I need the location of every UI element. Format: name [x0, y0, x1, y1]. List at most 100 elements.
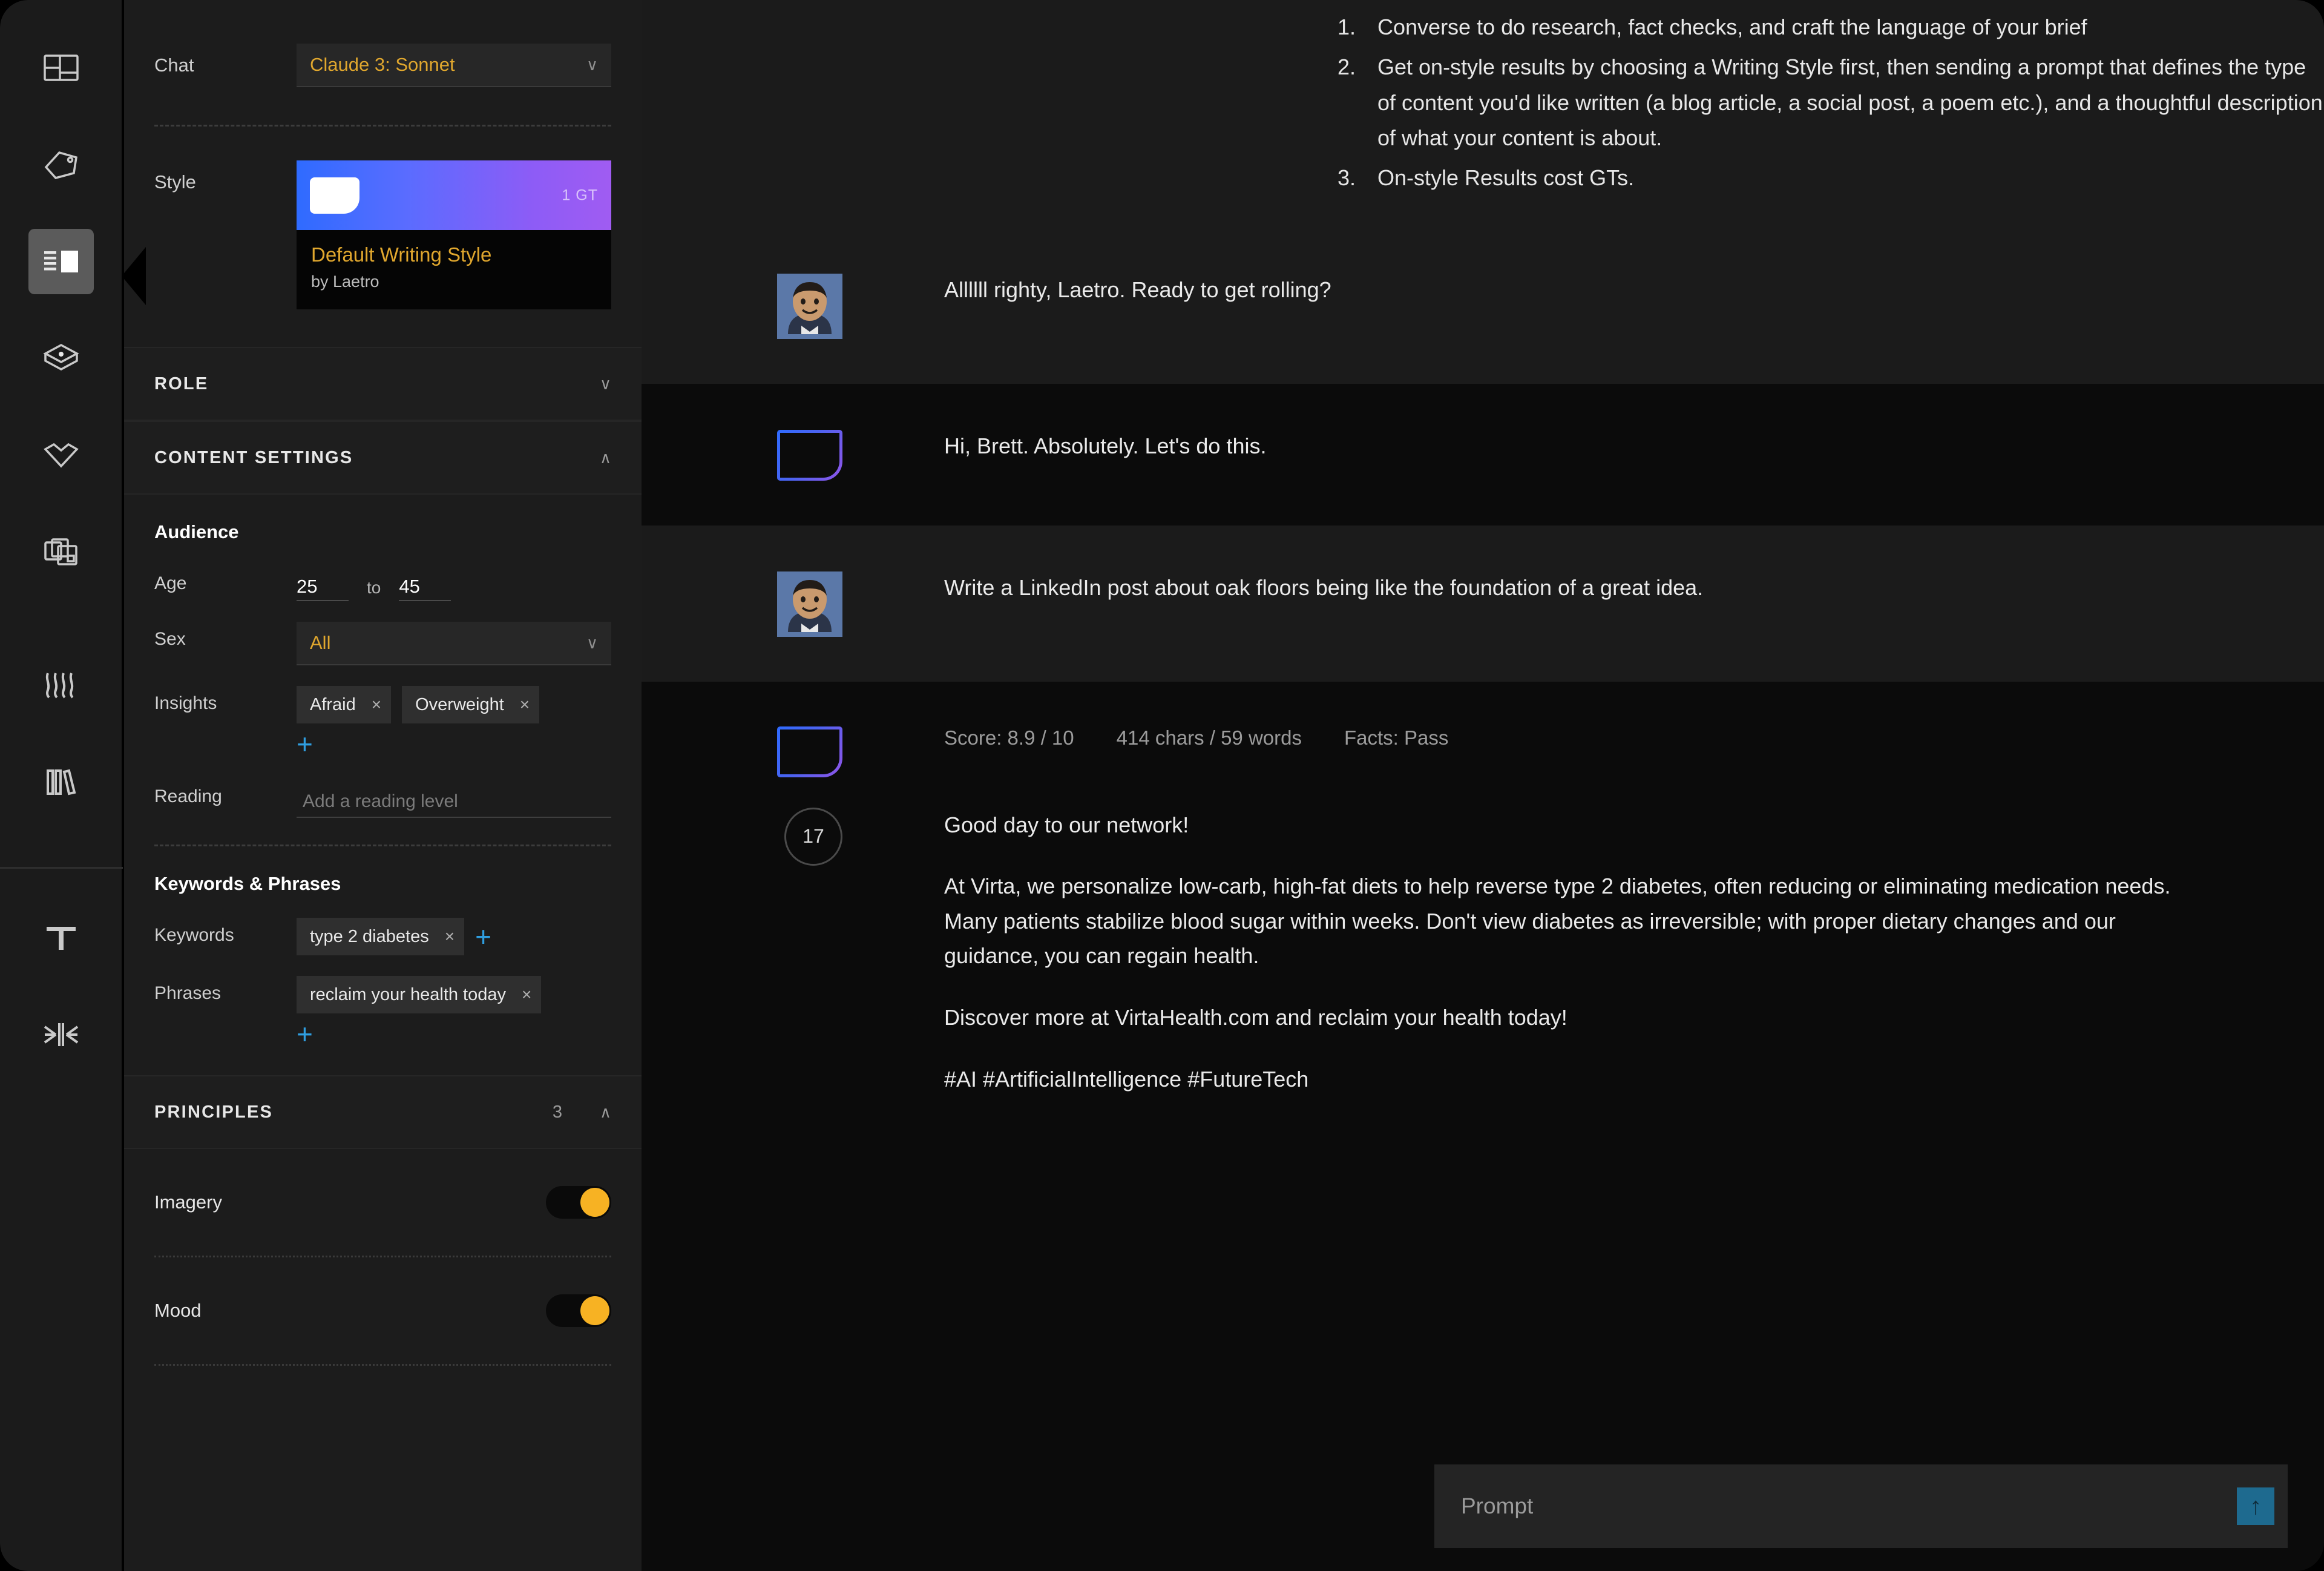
chat-message-user: Allllll righty, Laetro. Ready to get rol…	[642, 227, 2324, 384]
model-select[interactable]: Claude 3: Sonnet ∨	[297, 44, 611, 87]
principle-label: Mood	[154, 1300, 202, 1321]
tag-chip[interactable]: reclaim your health today ×	[297, 976, 542, 1013]
insights-row: Insights Afraid × Overweight × +	[154, 686, 611, 759]
layout-icon	[43, 54, 79, 81]
result-hashtags: #AI #ArtificialIntelligence #FutureTech	[944, 1066, 1309, 1092]
keywords-label: Keywords	[154, 925, 234, 945]
tag-chip[interactable]: Overweight ×	[402, 686, 540, 723]
principle-row-imagery: Imagery	[124, 1149, 642, 1256]
sex-row: Sex All ∨	[154, 622, 611, 665]
rail-item-diamond[interactable]	[28, 423, 94, 488]
model-select-value: Claude 3: Sonnet	[310, 54, 455, 75]
prompt-bar: Prompt ↑	[642, 1441, 2324, 1571]
prompt-input[interactable]: Prompt ↑	[1434, 1464, 2288, 1548]
score-value: Score: 8.9 / 10	[944, 726, 1074, 749]
reading-label: Reading	[154, 786, 222, 806]
style-label: Style	[154, 171, 196, 193]
divider	[154, 1364, 611, 1366]
close-icon[interactable]: ×	[522, 985, 531, 1004]
rail-divider	[0, 867, 123, 869]
close-icon[interactable]: ×	[372, 695, 381, 714]
close-icon[interactable]: ×	[520, 695, 530, 714]
cube-icon	[42, 343, 79, 374]
chevron-down-icon: ∨	[586, 634, 598, 652]
copy-icon	[44, 538, 79, 567]
reading-row: Reading Add a reading level	[154, 779, 611, 818]
chevron-down-icon: ∨	[586, 56, 598, 74]
intro-item: On-style Results cost GTs.	[1362, 160, 2324, 196]
panel-list-icon	[43, 248, 79, 275]
audience-group: Audience Age 25 to 45 Sex All ∨ Insights	[124, 495, 642, 845]
tag-chip[interactable]: type 2 diabetes ×	[297, 918, 465, 955]
chat-message-result: Score: 8.9 / 10 414 chars / 59 words Fac…	[642, 681, 2324, 1142]
section-principles[interactable]: PRINCIPLES 3 ∧	[124, 1075, 642, 1149]
rail-item-waves[interactable]	[28, 653, 94, 718]
section-content-settings[interactable]: CONTENT SETTINGS ∧	[124, 421, 642, 495]
chevron-up-icon: ∧	[599, 1103, 611, 1121]
principle-row-mood: Mood	[124, 1257, 642, 1364]
result-paragraph: At Virta, we personalize low-carb, high-…	[944, 874, 2171, 969]
style-author: by Laetro	[311, 272, 379, 291]
avatar	[777, 571, 842, 637]
result-paragraph: Good day to our network!	[944, 812, 1189, 837]
rail-item-books[interactable]	[28, 749, 94, 815]
rail-item-tag[interactable]	[28, 132, 94, 197]
close-icon[interactable]: ×	[445, 927, 455, 946]
length-value: 414 chars / 59 words	[1116, 726, 1302, 749]
chat-model-row: Chat Claude 3: Sonnet ∨	[124, 0, 642, 125]
send-button[interactable]: ↑	[2237, 1487, 2274, 1525]
rank-badge: 17	[784, 807, 842, 866]
age-to-input[interactable]: 45	[399, 566, 451, 601]
books-icon	[44, 768, 78, 796]
age-row: Age 25 to 45	[154, 566, 611, 601]
imagery-toggle[interactable]	[546, 1186, 611, 1219]
intro-item: Converse to do research, fact checks, an…	[1362, 10, 2324, 45]
rail-item-cube[interactable]	[28, 326, 94, 391]
style-row: Style 1 GT Default Writing Style by Laet…	[124, 127, 642, 347]
diamond-icon	[43, 442, 79, 469]
chat-label: Chat	[154, 54, 194, 76]
result-body: Good day to our network! At Virta, we pe…	[944, 808, 2324, 1097]
waves-icon	[44, 672, 78, 699]
tag-label: type 2 diabetes	[310, 926, 429, 946]
app-window: Chat Claude 3: Sonnet ∨ Style 1 GT Defau…	[0, 0, 2324, 1571]
add-insight-button[interactable]: +	[297, 728, 313, 760]
sex-label: Sex	[154, 629, 186, 649]
age-label: Age	[154, 573, 187, 593]
style-thumbnail: 1 GT	[297, 160, 611, 230]
rail-item-collapse[interactable]	[28, 1002, 94, 1067]
chat-message-user: Write a LinkedIn post about oak floors b…	[642, 525, 2324, 682]
message-text: Write a LinkedIn post about oak floors b…	[944, 575, 1704, 600]
tag-label: Afraid	[310, 694, 356, 714]
style-mark-icon	[310, 177, 359, 214]
icon-rail	[0, 0, 146, 1571]
principles-count: 3	[552, 1102, 562, 1122]
rail-item-copy[interactable]	[28, 519, 94, 585]
assistant-avatar-icon	[777, 430, 842, 481]
add-keyword-button[interactable]: +	[475, 923, 491, 950]
rail-item-layout[interactable]	[28, 35, 94, 100]
age-from-input[interactable]: 25	[297, 566, 349, 601]
rail-item-panel-list[interactable]	[28, 229, 94, 294]
section-role[interactable]: ROLE ∨	[124, 347, 642, 421]
chat-scroll[interactable]: Converse to do research, fact checks, an…	[642, 0, 2324, 1441]
chat-message-assistant: Hi, Brett. Absolutely. Let's do this.	[642, 383, 2324, 525]
message-text: Allllll righty, Laetro. Ready to get rol…	[944, 277, 1331, 302]
prompt-placeholder: Prompt	[1461, 1493, 1534, 1518]
insights-label: Insights	[154, 693, 217, 713]
tag-chip[interactable]: Afraid ×	[297, 686, 392, 723]
mood-toggle[interactable]	[546, 1294, 611, 1327]
sex-select[interactable]: All ∨	[297, 622, 611, 665]
section-content-settings-title: CONTENT SETTINGS	[154, 447, 353, 467]
assistant-avatar-icon	[777, 726, 842, 777]
facts-value: Facts: Pass	[1344, 726, 1449, 749]
reading-input[interactable]: Add a reading level	[297, 779, 611, 818]
rail-item-text[interactable]	[28, 905, 94, 970]
add-phrase-button[interactable]: +	[297, 1018, 313, 1050]
chevron-down-icon: ∨	[599, 375, 611, 393]
sex-select-value: All	[310, 632, 331, 653]
principle-label: Imagery	[154, 1191, 222, 1213]
intro-instructions: Converse to do research, fact checks, an…	[642, 0, 2324, 228]
phrases-label: Phrases	[154, 983, 222, 1003]
style-card[interactable]: 1 GT Default Writing Style by Laetro	[297, 160, 611, 309]
